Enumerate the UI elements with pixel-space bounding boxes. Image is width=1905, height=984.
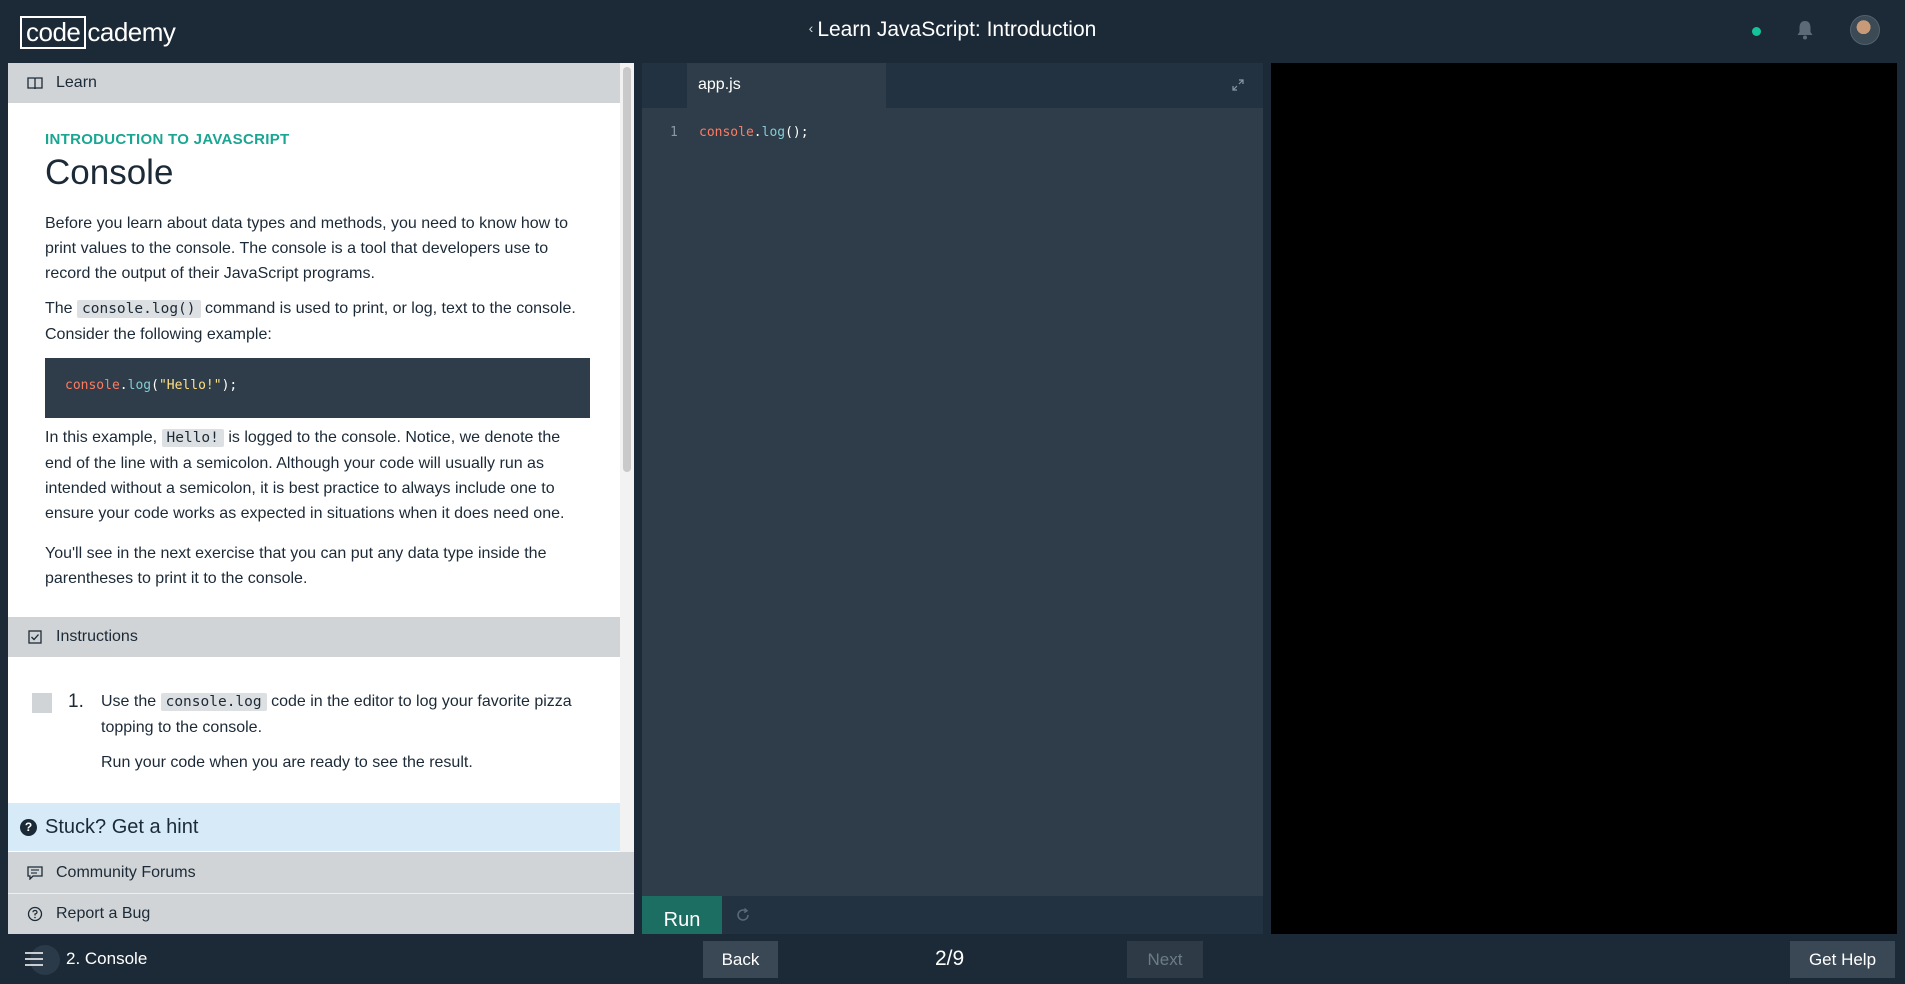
code-object: console: [65, 378, 120, 393]
code-dot: .: [753, 125, 762, 140]
hint-label: Stuck? Get a hint: [45, 815, 199, 838]
run-button[interactable]: Run: [642, 896, 722, 934]
bottom-bar: 2. Console Back 2/9 Next Get Help: [0, 934, 1905, 984]
comment-icon: [26, 864, 44, 882]
paragraph-2: The console.log() command is used to pri…: [45, 296, 590, 347]
top-bar: code cademy ‹ Learn JavaScript: Introducti…: [0, 0, 1905, 62]
lesson-eyebrow: INTRODUCTION TO JAVASCRIPT: [45, 131, 290, 148]
online-status-icon: [1752, 27, 1761, 36]
checkbox-icon: [26, 628, 44, 646]
menu-icon[interactable]: [24, 951, 44, 967]
code-editor: app.js 1 console.log(); Run: [642, 63, 1263, 934]
back-button[interactable]: Back: [703, 941, 778, 978]
lesson-scrollbar[interactable]: [620, 63, 634, 853]
forums-label: Community Forums: [56, 863, 196, 881]
learn-label: Learn: [56, 74, 97, 91]
p3-text-a: In this example,: [45, 429, 162, 446]
chevron-left-icon: ‹: [808, 20, 814, 36]
question-icon: ?: [20, 818, 37, 836]
code-line[interactable]: console.log();: [699, 125, 809, 140]
code-string: "Hello!": [158, 378, 222, 393]
paragraph-3: In this example, Hello! is logged to the…: [45, 425, 590, 526]
progress-counter: 2/9: [935, 947, 965, 970]
course-title[interactable]: ‹ Learn JavaScript: Introduction: [0, 18, 1905, 42]
reset-icon[interactable]: [735, 907, 751, 923]
task-text-a: Use the: [101, 693, 161, 710]
code-paren-open: (: [151, 378, 159, 393]
code-function: log: [761, 125, 786, 140]
learn-section-header: Learn: [8, 63, 620, 103]
code-object: console: [699, 125, 754, 140]
instructions-section-header: Instructions: [8, 617, 620, 657]
bell-icon[interactable]: [1796, 20, 1814, 40]
hint-button[interactable]: ? Stuck? Get a hint: [8, 803, 620, 851]
task-text: Use the console.log code in the editor t…: [101, 689, 591, 775]
tab-app-js[interactable]: app.js: [687, 63, 886, 108]
editor-tab-bar: app.js: [642, 63, 1263, 108]
community-forums-link[interactable]: Community Forums: [8, 852, 634, 893]
next-button[interactable]: Next: [1127, 941, 1203, 978]
code-dot: .: [119, 378, 128, 393]
line-number: 1: [670, 125, 678, 140]
course-title-text: Learn JavaScript: Introduction: [817, 18, 1097, 41]
paragraph-1: Before you learn about data types and me…: [45, 215, 569, 282]
support-links: Community Forums Report a Bug: [8, 852, 634, 934]
instructions-label: Instructions: [56, 628, 138, 645]
code-function: log: [127, 378, 152, 393]
paragraph-4: You'll see in the next exercise that you…: [45, 545, 547, 587]
report-bug-link[interactable]: Report a Bug: [8, 893, 634, 934]
get-help-button[interactable]: Get Help: [1790, 941, 1895, 978]
p2-text-a: The: [45, 300, 78, 317]
lesson-title: Console: [45, 153, 174, 192]
editor-footer: Run: [642, 896, 1263, 934]
task-number: 1.: [68, 691, 84, 712]
scrollbar-thumb[interactable]: [623, 67, 631, 472]
inline-code: console.log(): [77, 300, 201, 318]
task-description: Use the console.log code in the editor t…: [101, 689, 591, 740]
task-checkbox[interactable]: [32, 693, 52, 713]
code-example-block: console.log("Hello!");: [45, 358, 590, 418]
lesson-pane: Learn INTRODUCTION TO JAVASCRIPT Console…: [8, 63, 634, 934]
code-paren-close: );: [221, 378, 238, 393]
help-circle-icon: [26, 905, 44, 923]
lesson-label[interactable]: 2. Console: [66, 949, 147, 969]
bug-label: Report a Bug: [56, 904, 151, 922]
output-panel: [1271, 63, 1897, 934]
task-note: Run your code when you are ready to see …: [101, 754, 473, 771]
code-rest: ();: [785, 125, 809, 140]
user-avatar[interactable]: [1850, 15, 1880, 45]
inline-code: console.log: [160, 693, 267, 711]
inline-code: Hello!: [161, 429, 224, 447]
book-icon: [26, 74, 44, 92]
expand-icon[interactable]: [1231, 78, 1245, 92]
